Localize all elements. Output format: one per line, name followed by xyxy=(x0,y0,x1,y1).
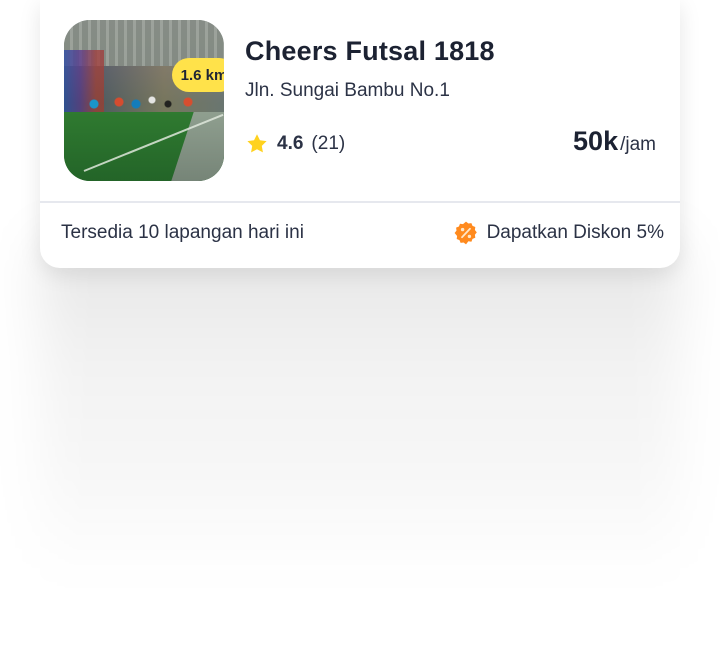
discount-info[interactable]: Dapatkan Diskon 5% xyxy=(453,220,664,246)
card-shadow xyxy=(40,240,680,580)
availability-text: Tersedia 10 lapangan hari ini xyxy=(61,222,304,243)
price-amount: 50k xyxy=(573,126,619,156)
distance-badge: 1.6 km xyxy=(172,58,224,92)
rating-score: 4.6 xyxy=(277,133,304,154)
discount-badge-icon xyxy=(453,220,479,246)
card-divider xyxy=(40,201,680,203)
venue-card[interactable]: 1.6 km Cheers Futsal 1818 Jln. Sungai Ba… xyxy=(40,0,680,268)
rating-count: (21) xyxy=(311,133,346,154)
discount-text: Dapatkan Diskon 5% xyxy=(486,222,664,243)
star-icon xyxy=(245,132,269,156)
venue-price: 50k /jam xyxy=(573,126,656,157)
venue-thumbnail: 1.6 km xyxy=(64,20,224,181)
venue-rating: 4.6 (21) xyxy=(245,132,345,156)
venue-title: Cheers Futsal 1818 xyxy=(245,36,495,66)
venue-address: Jln. Sungai Bambu No.1 xyxy=(245,80,450,101)
price-unit: /jam xyxy=(620,134,656,155)
